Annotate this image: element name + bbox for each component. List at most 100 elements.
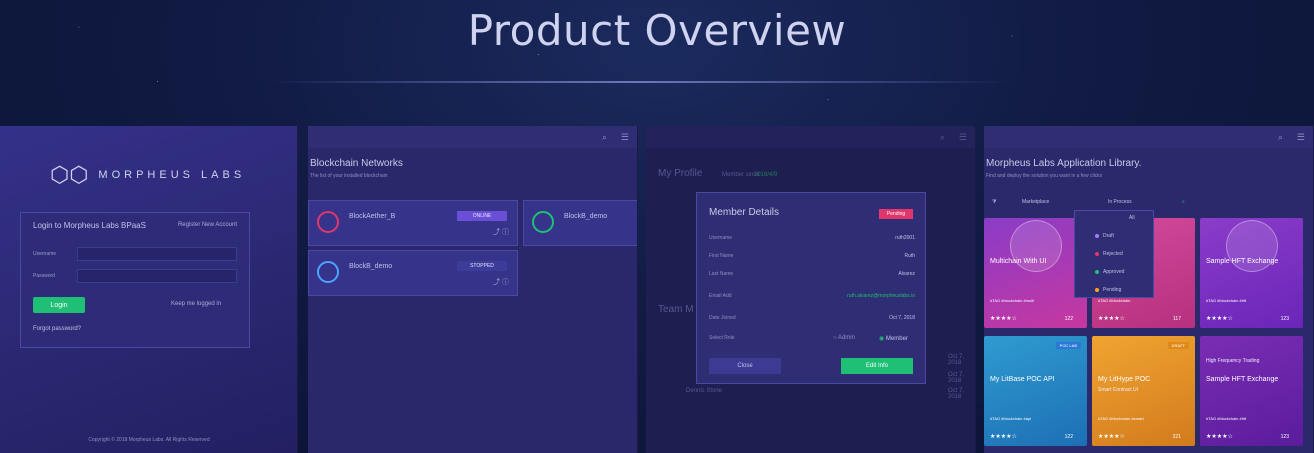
network-name: BlockB_demo — [349, 263, 393, 270]
row-label: Date Joined — [709, 315, 736, 321]
status-badge: ONLINE — [457, 211, 507, 221]
member-details-modal: Member Details Pending Username ruth2001… — [696, 192, 926, 384]
top-bar: ⌕ ☰ — [308, 126, 637, 148]
network-icon — [317, 211, 339, 233]
login-card: Login to Morpheus Labs BPaaS Register Ne… — [20, 212, 250, 348]
row-label: Last Name — [709, 271, 734, 277]
share-icon[interactable]: ⤴ ⓘ — [493, 277, 509, 287]
download-count: 117 — [1173, 316, 1181, 322]
status-dropdown[interactable]: All Draft Rejected Approved Pending — [1074, 210, 1154, 298]
download-count: 122 — [1064, 316, 1073, 322]
page-title: Morpheus Labs Application Library. — [986, 158, 1142, 169]
logo: ⬡⬡ MORPHEUS LABS — [50, 162, 245, 188]
login-screenshot: ⬡⬡ MORPHEUS LABS Login to Morpheus Labs … — [0, 126, 298, 453]
app-card[interactable]: DRAFT My LitHype POC Smart Contract UI #… — [1092, 336, 1195, 446]
profile-title: My Profile — [658, 168, 703, 179]
page-subtitle: The list of your installed blockchain — [310, 173, 388, 179]
page-title: Product Overview — [467, 6, 847, 55]
profile-screenshot: ⌕ ☰ My Profile Member since 2018/4/9 Tea… — [646, 126, 976, 453]
detail-row: Date Joined Oct 7, 2018 — [709, 315, 915, 325]
login-title: Login to Morpheus Labs BPaaS — [33, 221, 146, 230]
keep-logged-checkbox[interactable]: Keep me logged in — [171, 301, 221, 307]
rating-stars: ★★★★☆ — [1206, 316, 1233, 322]
modal-title: Member Details — [709, 207, 780, 218]
role-row: Select Role ○ Admin ◉ Member — [709, 335, 915, 345]
app-ribbon: DRAFT — [1167, 342, 1189, 349]
row-value: ruth2001 — [895, 235, 915, 241]
row-label: Select Role — [709, 335, 735, 341]
app-tags: #TAG #blockchain — [1098, 298, 1131, 303]
app-tags: #TAG #blockchain #hft — [1206, 416, 1247, 421]
password-input[interactable] — [77, 269, 237, 283]
dropdown-item-all[interactable]: All — [1129, 215, 1135, 221]
download-count: 122 — [1064, 434, 1073, 440]
detail-row: Last Name Alvarez — [709, 271, 915, 281]
app-card[interactable]: High Frequency Trading Sample HFT Exchan… — [1200, 336, 1303, 446]
date: Oct 7, 2018 — [948, 388, 965, 400]
member-since-value: 2018/4/9 — [754, 172, 778, 178]
login-button[interactable]: Login — [33, 297, 85, 313]
rating-stars: ★★★★☆ — [990, 434, 1017, 440]
rating-stars: ★★★★☆ — [1206, 434, 1233, 440]
copyright: Copyright © 2018 Morpheus Labs. All Righ… — [88, 437, 210, 443]
register-link[interactable]: Register New Account — [178, 222, 237, 228]
network-card[interactable]: BlockB_demo — [523, 200, 637, 246]
rating-stars: ★★★★☆ — [1098, 434, 1125, 440]
search-icon[interactable]: ⌕ — [940, 132, 945, 143]
role-member-radio[interactable]: ◉ Member — [879, 335, 908, 342]
network-card[interactable]: BlockAether_B ONLINE ⤴ ⓘ — [308, 200, 518, 246]
row-value: Alvarez — [898, 271, 915, 277]
app-subtitle: Smart Contract UI — [1098, 387, 1139, 393]
download-count: 123 — [1280, 434, 1289, 440]
app-title: Multichain With UI — [990, 258, 1047, 265]
network-icon — [532, 211, 554, 233]
forgot-password-link[interactable]: Forgot password? — [33, 326, 81, 332]
status-badge: STOPPED — [457, 261, 507, 271]
app-card[interactable]: Sample HFT Exchange #TAG #blockchain #hf… — [1200, 218, 1303, 328]
dropdown-item-pending[interactable]: Pending — [1095, 287, 1121, 293]
app-card[interactable]: POC LAB My LitBase POC API #TAG #blockch… — [984, 336, 1087, 446]
status-badge: Pending — [879, 209, 913, 219]
app-subtitle: High Frequency Trading — [1206, 358, 1260, 364]
menu-icon[interactable]: ☰ — [621, 132, 629, 143]
row-value: Ruth — [904, 253, 915, 259]
download-count: 123 — [1280, 316, 1289, 322]
app-title: Sample HFT Exchange — [1206, 376, 1279, 383]
role-admin-radio[interactable]: ○ Admin — [833, 335, 855, 341]
blockchain-networks-screenshot: ⌕ ☰ Blockchain Networks The list of your… — [308, 126, 638, 453]
dropdown-item-rejected[interactable]: Rejected — [1095, 251, 1123, 257]
page-subtitle: Find and deploy the solution you want in… — [986, 173, 1103, 179]
dropdown-item-draft[interactable]: Draft — [1095, 233, 1114, 239]
share-icon[interactable]: ⤴ ⓘ — [493, 227, 509, 237]
rating-stars: ★★★★☆ — [990, 316, 1017, 322]
app-tags: #TAG #blockchain #api — [990, 416, 1032, 421]
team-title: Team M — [658, 304, 694, 315]
filter-icon[interactable]: ⧩ — [992, 196, 996, 208]
row-label: Email Add — [709, 293, 732, 299]
network-name: BlockB_demo — [564, 213, 608, 220]
menu-icon[interactable]: ☰ — [959, 132, 967, 143]
filter-marketplace[interactable]: Marketplace — [1022, 196, 1049, 208]
title-divider — [268, 81, 1010, 83]
app-tags: #TAG #blockchain #multi — [990, 298, 1035, 303]
search-icon[interactable]: ⌕ — [1278, 132, 1283, 143]
menu-icon[interactable]: ☰ — [1297, 132, 1305, 143]
network-name: BlockAether_B — [349, 213, 396, 220]
page-title: Blockchain Networks — [310, 158, 403, 169]
network-card[interactable]: BlockB_demo STOPPED ⤴ ⓘ — [308, 250, 518, 296]
username-input[interactable] — [77, 247, 237, 261]
app-title: Sample HFT Exchange — [1206, 258, 1279, 265]
search-icon[interactable]: ⌕ — [602, 132, 607, 143]
date: Oct 7, 2018 — [948, 372, 965, 384]
app-title: My LitBase POC API — [990, 376, 1055, 383]
app-card[interactable]: Multichain With UI #TAG #blockchain #mul… — [984, 218, 1087, 328]
dropdown-item-approved[interactable]: Approved — [1095, 269, 1124, 275]
rating-stars: ★★★★☆ — [1098, 316, 1125, 322]
close-button[interactable]: Close — [709, 358, 781, 374]
username-label: Username — [33, 251, 57, 257]
edit-info-button[interactable]: Edit Info — [841, 358, 913, 374]
search-icon[interactable]: ⌕ — [1182, 196, 1185, 208]
detail-row: First Name Ruth — [709, 253, 915, 263]
filter-status[interactable]: In Process — [1108, 196, 1132, 208]
app-tags: #TAG #blockchain #hft — [1206, 298, 1247, 303]
